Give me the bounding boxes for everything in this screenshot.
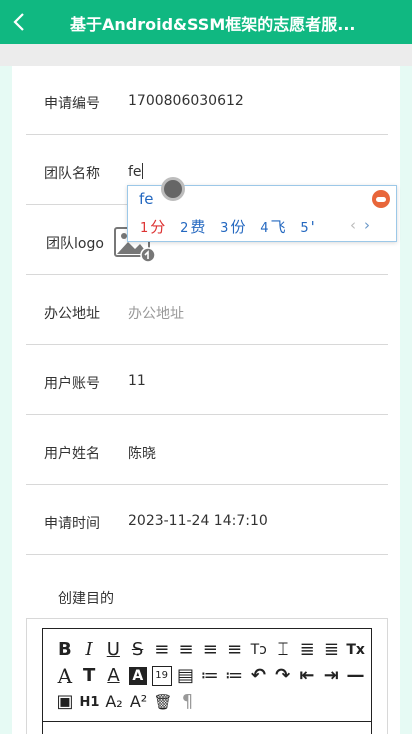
apply-no-row: 申请编号 1700806030612 (26, 65, 388, 135)
align-left-icon[interactable]: ≡ (150, 638, 174, 662)
horizontal-rule-icon[interactable]: — (344, 664, 368, 688)
redo-icon[interactable]: ↷ (271, 664, 295, 688)
outdent-icon[interactable]: ⇤ (295, 664, 319, 688)
ime-candidate-list: 1分 2费 3份 4飞 5 ' (140, 216, 325, 237)
page-title: 基于Android&SSM框架的志愿者服... (70, 15, 356, 34)
rich-text-editor[interactable]: B I U S ≡ ≡ ≡ ≡ Tↄ ⌶ ≣ ≣ Tx A T A A 19 ▤… (42, 628, 372, 734)
ime-page-nav: ‹ › (350, 216, 370, 234)
user-account-label: 用户账号 (44, 376, 100, 392)
strikethrough-icon[interactable]: S (126, 638, 150, 662)
ime-logo-icon (372, 190, 390, 208)
align-right-icon[interactable]: ≡ (198, 638, 222, 662)
toolbar-divider (43, 721, 371, 722)
underline-icon[interactable]: U (101, 638, 125, 662)
font-size-icon[interactable]: T (77, 664, 101, 688)
app-header: 基于Android&SSM框架的志愿者服... (0, 0, 412, 44)
user-account-value: 11 (128, 373, 146, 389)
team-name-input[interactable]: fe (128, 163, 143, 180)
team-name-value: fe (128, 164, 142, 180)
ime-candidate[interactable]: 5 ' (300, 218, 314, 236)
bold-icon[interactable]: B (53, 638, 77, 662)
user-name-row: 用户姓名 陈晓 (26, 415, 388, 485)
user-account-row: 用户账号 11 (26, 345, 388, 415)
paragraph-spacing-after-icon[interactable]: ≣ (320, 638, 344, 662)
heading-icon[interactable]: H1 (78, 690, 102, 714)
align-center-icon[interactable]: ≡ (174, 638, 198, 662)
ime-composition-text: fe (139, 190, 154, 208)
touch-pointer-indicator (161, 177, 185, 201)
editor-toolbar: B I U S ≡ ≡ ≡ ≡ Tↄ ⌶ ≣ ≣ Tx A T A A 19 ▤… (53, 637, 368, 715)
header-shadow-band (0, 44, 412, 66)
indent-icon[interactable]: ⇥ (319, 664, 343, 688)
delete-icon[interactable]: 🗑 (151, 690, 175, 714)
user-name-label: 用户姓名 (44, 446, 100, 462)
text-indent-icon[interactable]: ⌶ (271, 638, 295, 662)
team-logo-label: 团队logo (46, 236, 104, 252)
unordered-list-icon[interactable]: ≔ (222, 664, 246, 688)
font-family-icon[interactable]: A (53, 664, 77, 688)
apply-no-label: 申请编号 (44, 96, 100, 112)
office-address-input[interactable]: 办公地址 (128, 303, 184, 323)
user-name-value: 陈晓 (128, 446, 156, 462)
italic-icon[interactable]: I (77, 638, 101, 662)
paragraph-mark-icon[interactable]: ¶ (176, 690, 200, 714)
line-height-icon[interactable]: Tↄ (247, 638, 271, 662)
office-address-label: 办公地址 (44, 306, 100, 322)
back-arrow-icon[interactable] (8, 8, 32, 36)
align-justify-icon[interactable]: ≡ (223, 638, 247, 662)
office-address-row: 办公地址 办公地址 (26, 275, 388, 345)
text-caret (141, 163, 143, 179)
font-color-icon[interactable]: A (102, 664, 126, 688)
apply-time-row: 申请时间 2023-11-24 14:7:10 (26, 485, 388, 555)
purpose-label: 创建目的 (58, 591, 114, 607)
background-color-icon[interactable]: A (128, 667, 147, 685)
insert-image-icon[interactable]: ▣ (53, 690, 77, 714)
template-icon[interactable]: ▤ (174, 664, 198, 688)
ime-next-page-icon[interactable]: › (364, 216, 370, 234)
subscript-icon[interactable]: A₂ (102, 690, 126, 714)
date-icon[interactable]: 19 (151, 666, 172, 686)
paragraph-spacing-before-icon[interactable]: ≣ (295, 638, 319, 662)
ordered-list-icon[interactable]: ≔ (198, 664, 222, 688)
ime-candidate[interactable]: 1分 (140, 218, 165, 236)
undo-icon[interactable]: ↶ (246, 664, 270, 688)
apply-time-label: 申请时间 (44, 516, 100, 532)
ime-candidate[interactable]: 3份 (220, 218, 245, 236)
ime-prev-page-icon[interactable]: ‹ (350, 216, 356, 234)
superscript-icon[interactable]: A² (127, 690, 151, 714)
apply-no-value: 1700806030612 (128, 93, 244, 109)
ime-candidate[interactable]: 4飞 (260, 218, 285, 236)
ime-candidate[interactable]: 2费 (180, 218, 205, 236)
team-name-label: 团队名称 (44, 166, 100, 182)
apply-time-value: 2023-11-24 14:7:10 (128, 513, 268, 529)
clear-format-icon[interactable]: Tx (344, 638, 368, 662)
